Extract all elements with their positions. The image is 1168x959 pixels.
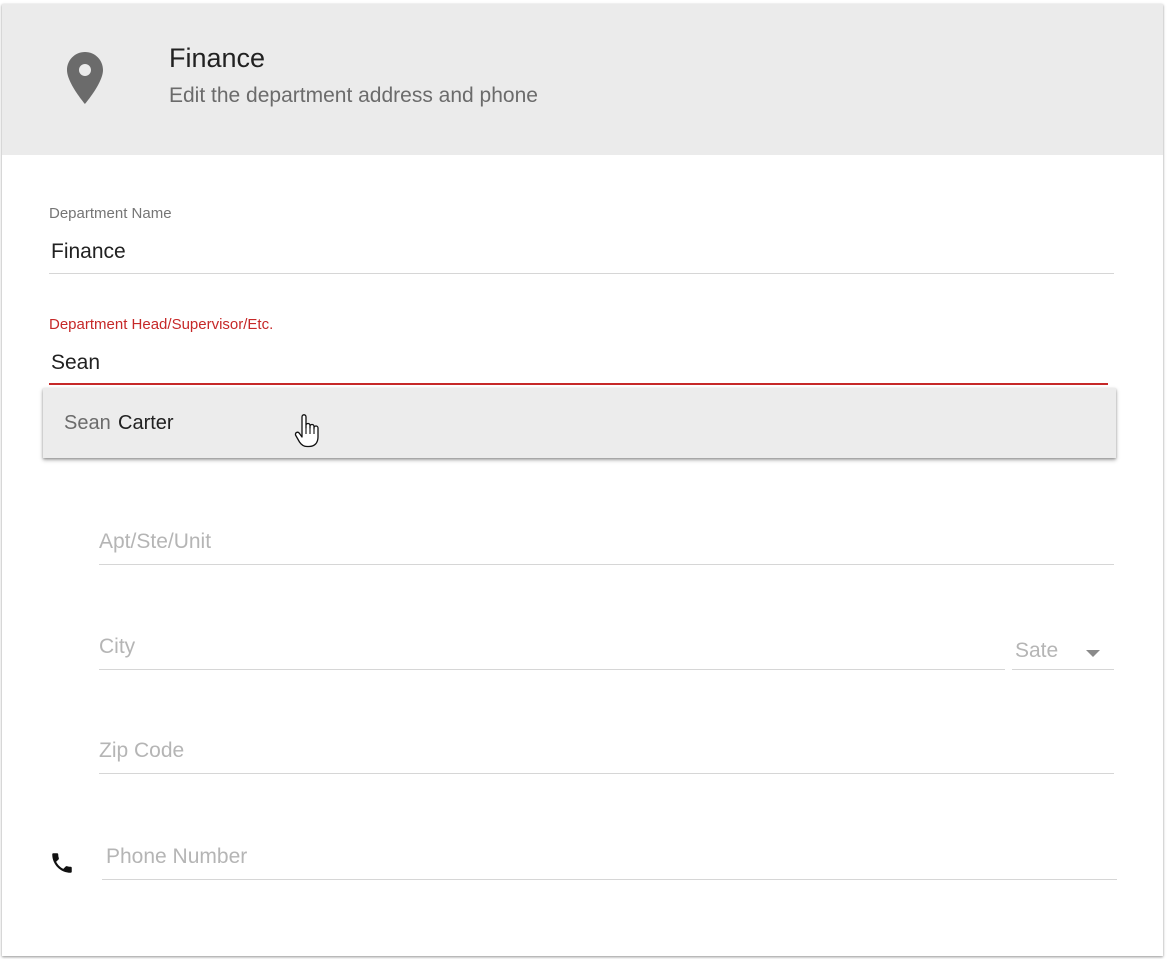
- zip-underline: [99, 773, 1114, 774]
- state-select-value: Sate: [1015, 639, 1059, 662]
- department-head-label: Department Head/Supervisor/Etc.: [49, 316, 274, 333]
- department-name-input[interactable]: [51, 238, 1111, 266]
- card-header: Finance Edit the department address and …: [2, 4, 1163, 155]
- zip-code-input[interactable]: [99, 737, 1109, 765]
- phone-icon: [52, 853, 72, 873]
- department-name-underline: [49, 273, 1114, 274]
- state-underline: [1012, 669, 1114, 670]
- hand-cursor-icon: [294, 414, 319, 448]
- phone-underline: [102, 879, 1117, 880]
- autocomplete-option[interactable]: Sean Carter: [43, 388, 1116, 458]
- autocomplete-dropdown: Sean Carter: [43, 388, 1116, 458]
- page-title: Finance: [169, 43, 266, 73]
- option-remaining-text: Carter: [118, 412, 174, 434]
- option-matched-text: Sean: [64, 412, 111, 434]
- apt-underline: [99, 564, 1114, 565]
- apt-ste-unit-input[interactable]: [99, 528, 1109, 556]
- map-marker-icon: [67, 52, 103, 104]
- department-name-label: Department Name: [49, 205, 172, 222]
- city-input[interactable]: [99, 633, 999, 661]
- department-head-underline: [49, 383, 1108, 385]
- city-underline: [99, 669, 1005, 670]
- page-subtitle: Edit the department address and phone: [169, 84, 538, 107]
- department-head-input[interactable]: [51, 349, 1106, 377]
- chevron-down-icon: [1086, 650, 1100, 657]
- department-edit-card: Finance Edit the department address and …: [2, 4, 1163, 956]
- state-select[interactable]: Sate: [1012, 634, 1115, 670]
- phone-number-input[interactable]: [106, 843, 1111, 871]
